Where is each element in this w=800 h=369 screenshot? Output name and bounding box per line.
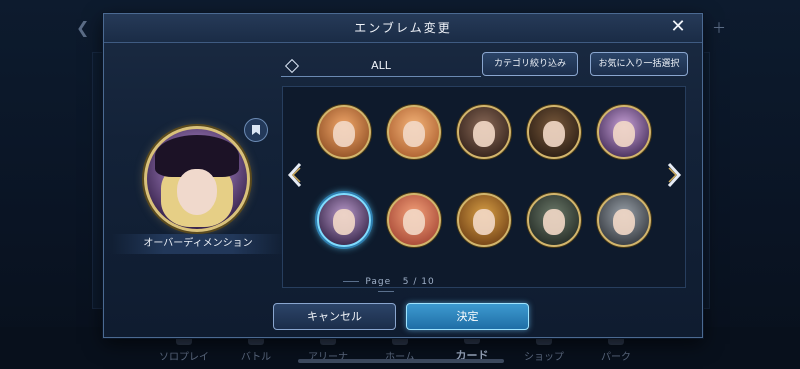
emblem-slot[interactable] — [317, 193, 371, 247]
back-arrow-icon: ❮ — [76, 18, 90, 37]
favorite-select-button[interactable]: お気に入り一括選択 — [590, 52, 688, 76]
chevron-right-icon[interactable] — [666, 162, 682, 188]
modal-title: エンブレム変更 — [354, 21, 452, 35]
selected-emblem-preview — [144, 126, 250, 232]
emblem-slot[interactable] — [317, 105, 371, 159]
bookmark-icon[interactable] — [244, 118, 268, 142]
emblem-change-modal: エンブレム変更 ✕ オーバーディメンション ALL カテゴリ絞り込み お気に入り… — [103, 13, 703, 338]
chevron-left-icon[interactable] — [287, 162, 303, 188]
emblem-name: オーバーディメンション — [112, 234, 284, 254]
confirm-button[interactable]: 決定 — [406, 303, 529, 330]
close-icon[interactable]: ✕ — [668, 17, 688, 37]
home-indicator — [298, 359, 504, 363]
emblem-slot[interactable] — [457, 193, 511, 247]
emblem-slot[interactable] — [527, 193, 581, 247]
emblem-slot[interactable] — [387, 193, 441, 247]
emblem-slot[interactable] — [597, 105, 651, 159]
emblem-slot[interactable] — [597, 193, 651, 247]
modal-header: エンブレム変更 ✕ — [104, 14, 702, 43]
add-icon: ＋ — [712, 21, 726, 37]
emblem-slot[interactable] — [527, 105, 581, 159]
pagination: Page 5 / 10 — [326, 277, 446, 297]
filter-label: ALL — [371, 59, 391, 72]
emblem-slot[interactable] — [387, 105, 441, 159]
cancel-button[interactable]: キャンセル — [273, 303, 396, 330]
category-filter-button[interactable]: カテゴリ絞り込み — [482, 52, 578, 76]
filter-bar: ALL — [281, 58, 481, 77]
emblem-slot[interactable] — [457, 105, 511, 159]
